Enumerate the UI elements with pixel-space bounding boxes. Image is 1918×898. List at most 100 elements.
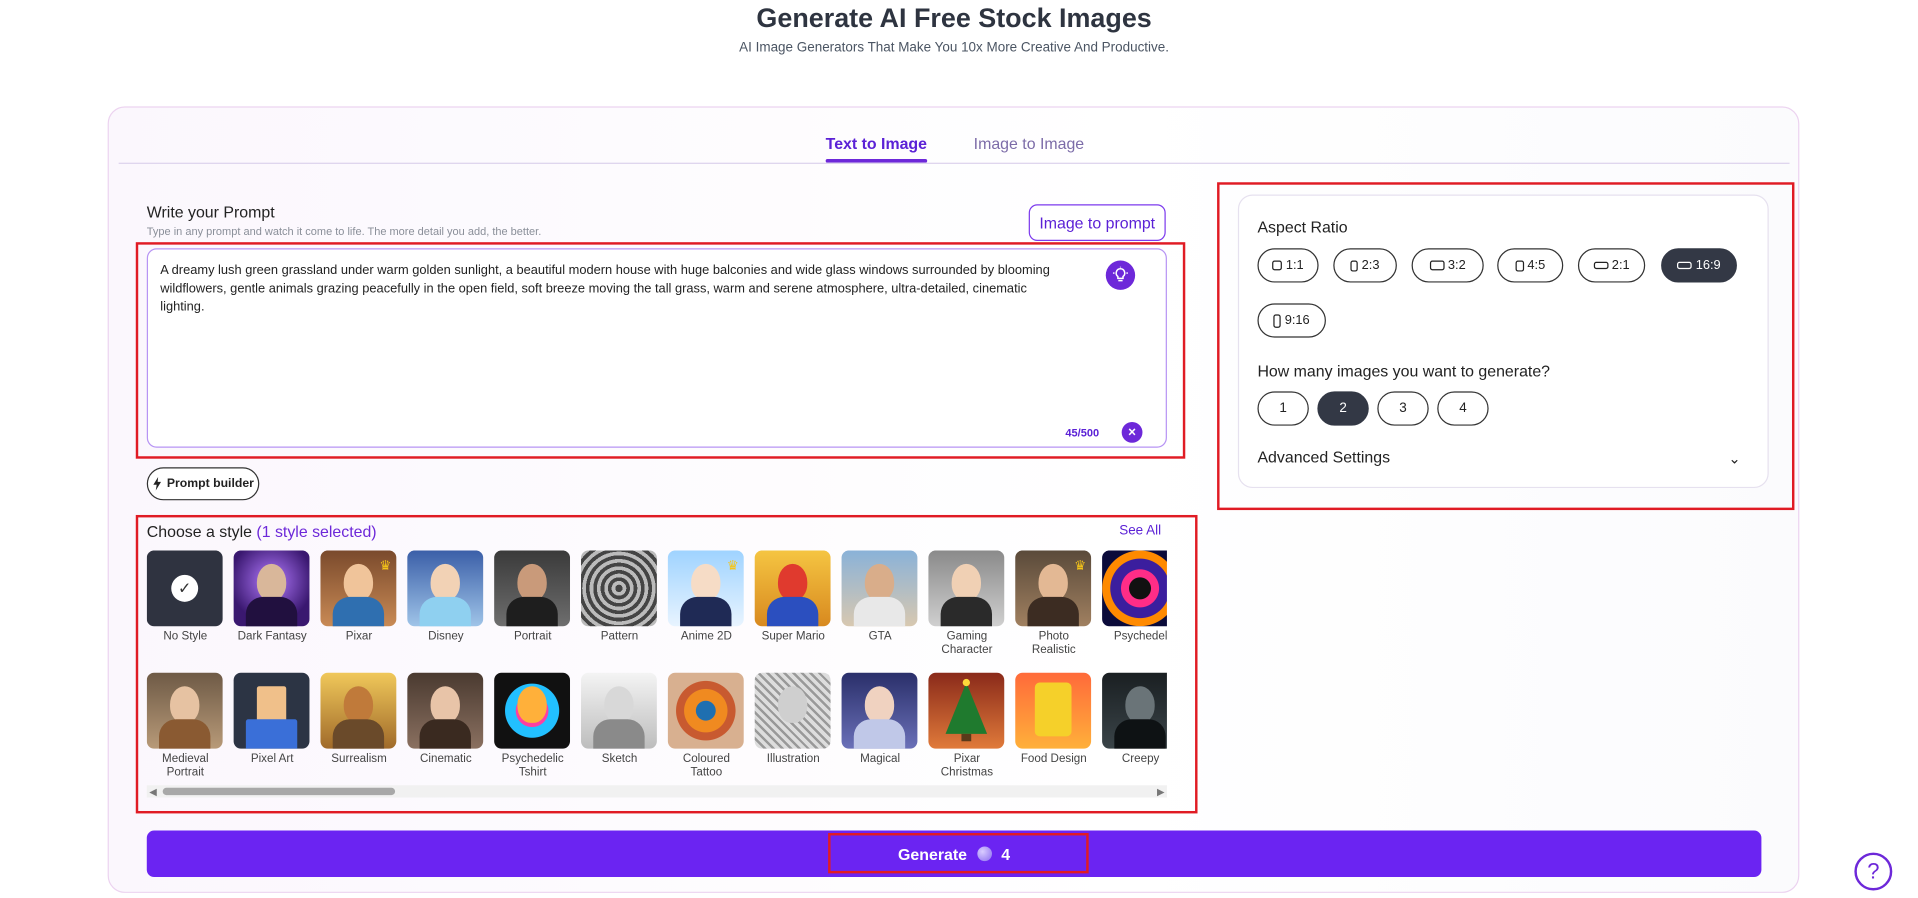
style-label: Portrait xyxy=(513,629,552,644)
ratio-label: 1:1 xyxy=(1285,258,1304,273)
style-magical[interactable]: Magical xyxy=(841,672,919,766)
prompt-input[interactable]: A dreamy lush green grassland under warm… xyxy=(146,248,1167,448)
style-strip: ✓ No Style Dark Fantasy ♛ Pixar Disney P… xyxy=(146,550,1167,782)
count-3-button[interactable]: 3 xyxy=(1377,391,1429,426)
style-thumb xyxy=(233,672,310,749)
crown-icon: ♛ xyxy=(1074,559,1087,574)
checkmark-icon: ✓ xyxy=(171,574,199,602)
ratio-16-9[interactable]: 16:9 xyxy=(1661,248,1737,283)
style-header: Choose a style (1 style selected) xyxy=(147,522,377,540)
lightbulb-icon xyxy=(1112,266,1128,282)
ratio-2-3[interactable]: 2:3 xyxy=(1333,248,1397,283)
generate-button[interactable]: Generate 4 xyxy=(146,830,1762,878)
style-portrait[interactable]: Portrait xyxy=(494,550,571,643)
ratio-1-1[interactable]: 1:1 xyxy=(1257,248,1319,283)
tab-text-to-image[interactable]: Text to Image xyxy=(825,135,927,163)
square-icon xyxy=(1272,260,1283,271)
close-icon: × xyxy=(1128,425,1137,440)
count-4-button[interactable]: 4 xyxy=(1437,391,1489,426)
style-thumb xyxy=(841,672,918,749)
style-gta[interactable]: GTA xyxy=(841,550,919,643)
style-medieval-portrait[interactable]: Medieval Portrait xyxy=(146,672,224,779)
ratio-label: 16:9 xyxy=(1695,258,1721,273)
portrait-icon xyxy=(1350,259,1358,271)
ratio-4-5[interactable]: 4:5 xyxy=(1497,248,1564,283)
image-count-title: How many images you want to generate? xyxy=(1257,362,1551,381)
style-thumb xyxy=(841,550,918,627)
style-label: Photo Realistic xyxy=(1031,629,1076,657)
style-label: Coloured Tattoo xyxy=(682,752,730,780)
style-label: Pixel Art xyxy=(250,752,294,766)
ratio-9-16[interactable]: 9:16 xyxy=(1257,303,1326,338)
style-thumb xyxy=(667,672,744,749)
clear-prompt-button[interactable]: × xyxy=(1121,422,1143,443)
style-label: Pixar Christmas xyxy=(940,752,994,780)
prompt-hint: Type in any prompt and watch it come to … xyxy=(146,225,542,238)
crown-icon: ♛ xyxy=(726,559,739,574)
count-1-button[interactable]: 1 xyxy=(1257,391,1309,426)
ratio-3-2[interactable]: 3:2 xyxy=(1411,248,1484,283)
style-label: Psychedel xyxy=(1113,629,1167,644)
style-label: Disney xyxy=(428,629,464,644)
tab-divider xyxy=(118,162,1790,164)
app-stage: Generate AI Free Stock Images AI Image G… xyxy=(0,0,1918,898)
scrollbar-thumb[interactable] xyxy=(162,787,396,796)
style-psychedelic-tshirt[interactable]: Psychedelic Tshirt xyxy=(494,672,571,779)
style-thumb xyxy=(1102,672,1167,749)
style-coloured-tattoo[interactable]: Coloured Tattoo xyxy=(667,672,745,780)
style-surrealism[interactable]: Surrealism xyxy=(320,672,397,766)
prompt-text[interactable]: A dreamy lush green grassland under warm… xyxy=(160,262,1059,317)
style-label: Super Mario xyxy=(761,629,825,644)
help-button[interactable]: ? xyxy=(1854,852,1893,891)
style-pattern[interactable]: Pattern xyxy=(581,550,658,643)
style-thumb xyxy=(754,672,831,749)
question-mark-icon: ? xyxy=(1867,858,1880,884)
style-scrollbar[interactable]: ◀ ▶ xyxy=(146,785,1167,798)
tab-image-to-image[interactable]: Image to Image xyxy=(974,135,1084,153)
style-no-style[interactable]: ✓ No Style xyxy=(146,550,224,644)
style-disney[interactable]: Disney xyxy=(407,550,484,643)
style-pixel-art[interactable]: Pixel Art xyxy=(233,672,311,766)
count-2-button[interactable]: 2 xyxy=(1317,391,1369,426)
generate-label: Generate xyxy=(898,844,968,863)
style-label: Surrealism xyxy=(331,752,387,766)
style-thumb xyxy=(494,672,571,749)
see-all-link[interactable]: See All xyxy=(1119,524,1161,539)
style-label: Creepy xyxy=(1121,752,1160,766)
style-label: Food Design xyxy=(1020,752,1087,766)
style-anime-2d[interactable]: ♛ Anime 2D xyxy=(667,550,745,643)
style-photo-realistic[interactable]: ♛ Photo Realistic xyxy=(1015,550,1092,657)
style-food-design[interactable]: Food Design xyxy=(1015,672,1092,766)
style-cinematic[interactable]: Cinematic xyxy=(407,672,484,766)
prompt-ideas-button[interactable] xyxy=(1105,260,1136,290)
style-label: No Style xyxy=(163,629,208,644)
style-dark-fantasy[interactable]: Dark Fantasy xyxy=(233,550,311,643)
scroll-left-icon[interactable]: ◀ xyxy=(149,787,157,798)
style-label: Sketch xyxy=(601,752,638,766)
style-psychedelic[interactable]: Psychedel xyxy=(1102,550,1167,643)
style-gaming-character[interactable]: Gaming Character xyxy=(928,550,1005,657)
prompt-builder-button[interactable]: Prompt builder xyxy=(146,467,260,501)
style-creepy[interactable]: Creepy xyxy=(1102,672,1167,766)
style-label: Illustration xyxy=(766,752,820,766)
ratio-2-1[interactable]: 2:1 xyxy=(1577,248,1646,283)
advanced-settings-toggle[interactable]: Advanced Settings xyxy=(1257,448,1390,466)
style-pixar[interactable]: ♛ Pixar xyxy=(320,550,397,643)
style-thumb xyxy=(1015,672,1092,749)
generator-card: Text to Image Image to Image Write your … xyxy=(107,106,1800,893)
style-label: Pattern xyxy=(600,629,639,644)
style-thumb xyxy=(407,550,484,627)
style-thumb xyxy=(1102,550,1167,627)
style-sketch[interactable]: Sketch xyxy=(581,672,658,766)
generate-credits: 4 xyxy=(1001,844,1011,863)
image-to-prompt-button[interactable]: Image to prompt xyxy=(1028,204,1166,241)
style-selected-count: (1 style selected) xyxy=(256,522,377,541)
style-super-mario[interactable]: Super Mario xyxy=(754,550,832,644)
scroll-right-icon[interactable]: ▶ xyxy=(1157,787,1165,798)
ratio-label: 4:5 xyxy=(1527,258,1546,273)
portrait-icon xyxy=(1273,313,1282,328)
chevron-down-icon[interactable]: ⌄ xyxy=(1728,450,1740,467)
style-thumb xyxy=(581,550,657,627)
style-illustration[interactable]: Illustration xyxy=(754,672,832,766)
style-pixar-christmas[interactable]: Pixar Christmas xyxy=(928,672,1005,780)
